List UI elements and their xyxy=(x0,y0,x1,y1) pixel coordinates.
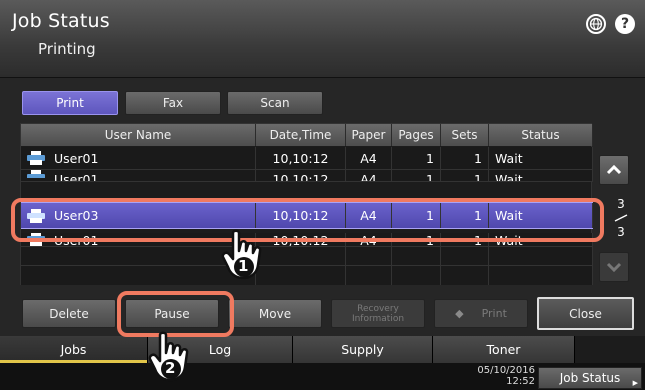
status-bar: 05/10/2016 12:52 Job Status ▶ xyxy=(0,363,645,390)
bottom-tabs: Jobs Log Supply Toner xyxy=(0,336,645,363)
current-page: 3 xyxy=(617,197,625,211)
status: Wait xyxy=(489,170,593,181)
chevron-down-icon xyxy=(606,262,622,272)
column-header: Status xyxy=(489,124,593,146)
triangle-right-icon: ▶ xyxy=(632,379,638,387)
column-header: Pages xyxy=(392,124,441,146)
empty-row xyxy=(21,266,593,285)
recovery-information-button[interactable]: Recovery Information xyxy=(331,299,425,328)
slash-divider xyxy=(614,214,628,222)
status: Wait xyxy=(489,147,593,169)
current-time: 12:52 xyxy=(506,376,535,387)
printer-icon xyxy=(27,151,45,165)
print-button-label: Print xyxy=(481,306,507,320)
paper: A4 xyxy=(346,170,392,181)
help-icon[interactable]: ? xyxy=(615,14,635,34)
total-pages: 3 xyxy=(617,225,625,239)
date-time: 10,10:12 xyxy=(256,147,346,169)
tab-scan[interactable]: Scan xyxy=(227,91,323,115)
column-header: Date,Time xyxy=(256,124,346,146)
sets: 1 xyxy=(441,170,489,181)
tab-print[interactable]: Print xyxy=(22,91,118,115)
tab-spacer xyxy=(575,336,645,363)
user-name: User01 xyxy=(54,172,99,181)
page-title: Job Status xyxy=(12,10,110,32)
globe-icon[interactable] xyxy=(586,14,606,34)
table-row[interactable]: User01 10,10:12 A4 1 1 Wait xyxy=(21,147,593,170)
delete-button[interactable]: Delete xyxy=(22,299,116,328)
move-button[interactable]: Move xyxy=(228,299,322,328)
column-header: Paper xyxy=(346,124,392,146)
table-header: User Name Date,Time Paper Pages Sets Sta… xyxy=(21,124,593,146)
print-button[interactable]: ◆ Print xyxy=(434,299,528,328)
paper: A4 xyxy=(346,147,392,169)
step-2-label: 2 xyxy=(165,359,176,377)
column-header: User Name xyxy=(21,124,256,146)
page-subtitle: Printing xyxy=(38,40,96,58)
tab-fax[interactable]: Fax xyxy=(125,91,221,115)
table-row[interactable]: User01 10,10:12 A4 1 1 Wait xyxy=(21,170,593,182)
job-status-label: Job Status xyxy=(559,371,621,385)
printer-icon xyxy=(27,170,45,178)
page-indicator: 3 3 xyxy=(613,197,629,239)
title-bar: Job Status Printing ? xyxy=(0,0,645,78)
job-status-screen: Job Status Printing ? Print Fax Scan Use… xyxy=(0,0,645,390)
user-name: User01 xyxy=(54,150,99,166)
sets: 1 xyxy=(441,147,489,169)
hand-pointer-icon-2: 2 xyxy=(146,331,196,390)
chevron-up-icon xyxy=(606,165,622,175)
scroll-down-button[interactable] xyxy=(599,252,629,282)
pages: 1 xyxy=(392,170,441,181)
pages: 1 xyxy=(392,147,441,169)
tab-supply[interactable]: Supply xyxy=(293,336,433,363)
print-diamond-icon: ◆ xyxy=(455,306,464,320)
hand-pointer-icon-1: 1 xyxy=(219,229,269,285)
date-time-display: 05/10/2016 12:52 xyxy=(455,365,535,387)
tab-toner[interactable]: Toner xyxy=(433,336,575,363)
scroll-up-button[interactable] xyxy=(599,155,629,185)
date-time: 10,10:12 xyxy=(256,170,346,181)
empty-row xyxy=(21,247,593,266)
current-date: 05/10/2016 xyxy=(477,365,535,376)
tab-jobs[interactable]: Jobs xyxy=(0,336,148,363)
selected-row-highlight xyxy=(11,198,604,242)
close-button[interactable]: Close xyxy=(537,297,634,330)
step-1-label: 1 xyxy=(238,257,249,275)
job-status-button[interactable]: Job Status ▶ xyxy=(538,367,642,389)
column-header: Sets xyxy=(441,124,489,146)
